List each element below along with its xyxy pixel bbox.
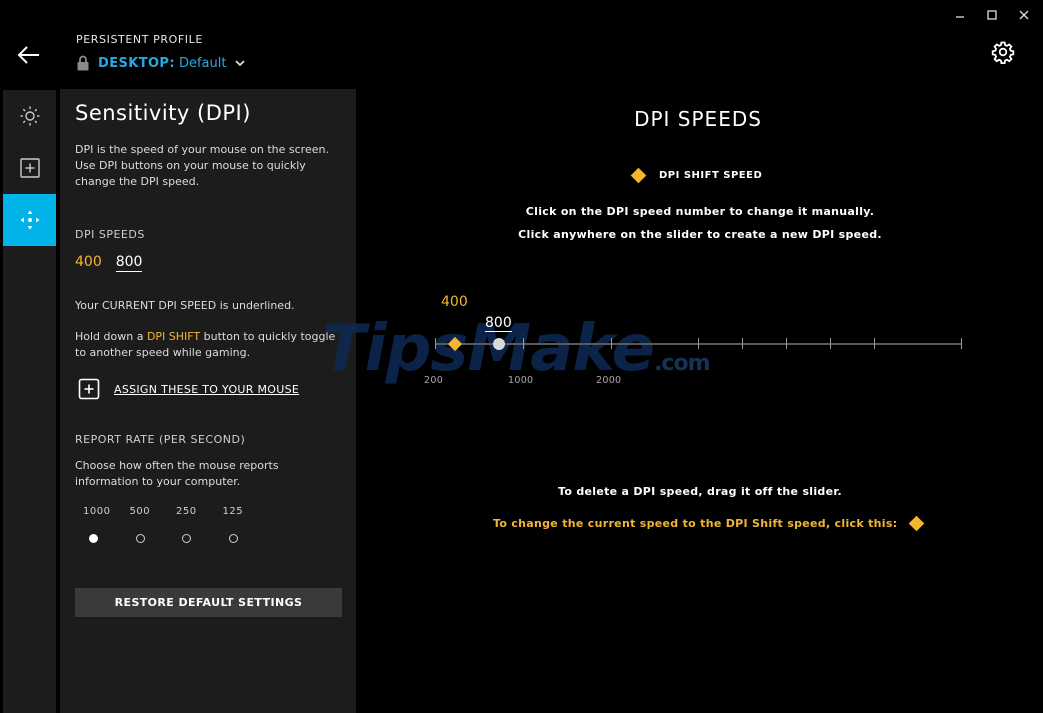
slider-tick [611, 338, 612, 349]
instruction-create: Click anywhere on the slider to create a… [518, 228, 882, 241]
nav-rail [3, 90, 56, 713]
slider-tick [830, 338, 831, 349]
slider-current-value[interactable]: 800 [485, 315, 512, 332]
diamond-icon [630, 167, 647, 184]
nav-item-pointer[interactable] [3, 194, 56, 246]
settings-button[interactable] [991, 40, 1015, 64]
dpi-speeds-label: DPI SPEEDS [75, 228, 145, 241]
move-arrows-icon [20, 210, 39, 230]
report-rate-option-1000[interactable]: 1000 [82, 506, 129, 543]
window-controls [951, 6, 1033, 24]
shift-note-highlight: DPI SHIFT [146, 330, 201, 343]
restore-defaults-button[interactable]: RESTORE DEFAULT SETTINGS [75, 588, 342, 617]
chevron-down-icon [235, 60, 246, 67]
report-rate-value: 250 [176, 506, 197, 517]
minimize-icon [956, 16, 964, 18]
panel-description: DPI is the speed of your mouse on the sc… [75, 143, 329, 188]
shift-note: Hold down a DPI SHIFT button to quickly … [75, 329, 337, 361]
slider-tick [698, 338, 699, 349]
radio-selected[interactable] [89, 534, 98, 543]
dpi-shift-legend: DPI SHIFT SPEED [630, 167, 763, 184]
slider-tick [435, 338, 436, 349]
dpi-slider: 400 800 200 1000 2000 [424, 290, 971, 390]
slider-tick-label: 1000 [508, 375, 534, 386]
profile-group: DESKTOP: [98, 55, 175, 71]
slider-tick-label: 200 [424, 375, 444, 386]
slider-shift-handle[interactable] [447, 336, 463, 352]
close-icon [1019, 10, 1029, 20]
minimize-button[interactable] [951, 6, 969, 24]
report-rate-value: 125 [222, 506, 244, 517]
plus-square-icon [78, 378, 100, 400]
assign-link[interactable]: ASSIGN THESE TO YOUR MOUSE [114, 383, 299, 396]
plus-square-icon [19, 158, 40, 178]
radio-unselected[interactable] [228, 534, 238, 543]
arrow-left-icon [17, 46, 39, 64]
legend-label: DPI SHIFT SPEED [659, 170, 763, 181]
back-button[interactable] [16, 42, 42, 68]
nav-item-lighting[interactable] [3, 90, 56, 142]
report-rate-value: 1000 [83, 506, 111, 517]
profile-type-label: PERSISTENT PROFILE [76, 33, 203, 46]
slider-tick [523, 338, 524, 349]
diamond-icon[interactable] [909, 515, 925, 532]
report-rate-description: Choose how often the mouse reports infor… [75, 459, 279, 488]
profile-name: Default [178, 55, 227, 71]
report-rate-label: REPORT RATE (PER SECOND) [75, 433, 246, 446]
dpi-value-shift[interactable]: 400 [75, 254, 102, 272]
dpi-values: 400 800 [75, 254, 143, 272]
main-title: DPI SPEEDS [634, 107, 762, 131]
sun-icon [20, 106, 39, 126]
close-button[interactable] [1015, 6, 1033, 24]
radio-unselected[interactable] [182, 534, 191, 543]
delete-note: To delete a DPI speed, drag it off the s… [557, 485, 842, 498]
profile-selector[interactable]: DESKTOP: Default [76, 55, 246, 71]
slider-tick [874, 338, 875, 349]
shift-instruction: To change the current speed to the DPI S… [493, 517, 898, 530]
maximize-icon [987, 10, 997, 20]
slider-shift-value[interactable]: 400 [441, 294, 468, 310]
assign-to-mouse[interactable]: ASSIGN THESE TO YOUR MOUSE [78, 378, 299, 400]
sensitivity-panel: Sensitivity (DPI) DPI is the speed of yo… [60, 89, 356, 713]
radio-unselected[interactable] [135, 534, 145, 543]
report-rate-option-500[interactable]: 500 [129, 506, 176, 543]
instruction-manual: Click on the DPI speed number to change … [525, 205, 875, 218]
report-rate-option-250[interactable]: 250 [175, 506, 222, 543]
nav-item-assignments[interactable] [3, 142, 56, 194]
profile-header: PERSISTENT PROFILE DESKTOP: Default [76, 33, 246, 71]
gear-icon [991, 41, 1015, 64]
current-speed-note: Your CURRENT DPI SPEED is underlined. [75, 299, 295, 312]
shift-note-prefix: Hold down a [75, 330, 147, 343]
panel-title: Sensitivity (DPI) [75, 101, 251, 125]
slider-tick [961, 338, 962, 349]
report-rate-value: 500 [129, 506, 151, 517]
report-rate-options: 1000 500 250 125 [82, 506, 268, 543]
dpi-value-current[interactable]: 800 [115, 254, 143, 272]
maximize-button[interactable] [983, 6, 1001, 24]
slider-tick [786, 338, 787, 349]
report-rate-option-125[interactable]: 125 [222, 506, 269, 543]
slider-tick-label: 2000 [596, 375, 622, 386]
slider-current-handle[interactable] [493, 338, 505, 350]
slider-tick [742, 338, 743, 349]
lock-icon [77, 55, 89, 71]
set-shift-speed[interactable]: To change the current speed to the DPI S… [493, 515, 925, 532]
